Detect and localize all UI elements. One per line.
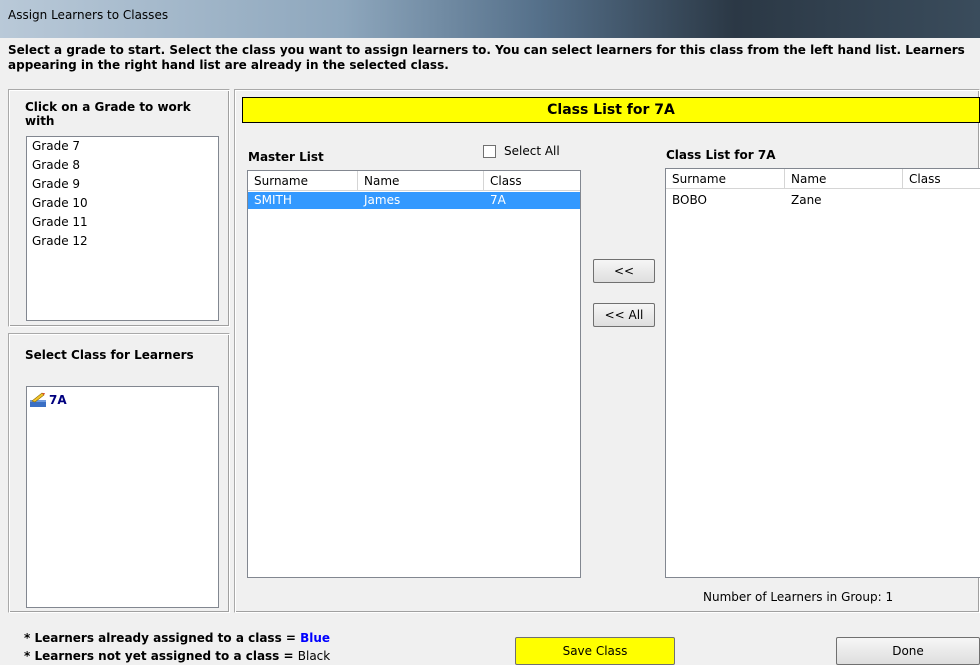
- class-list-banner: Class List for 7A: [242, 97, 980, 123]
- legend-unassigned-text: * Learners not yet assigned to a class =: [24, 649, 298, 663]
- learner-count: Number of Learners in Group: 1: [703, 590, 894, 604]
- master-list-view[interactable]: Surname Name Class SMITH James 7A: [247, 170, 581, 578]
- move-all-left-button[interactable]: << All: [593, 303, 655, 327]
- grade-item[interactable]: Grade 12: [27, 232, 218, 251]
- row-name: James: [364, 193, 401, 207]
- column-header-class[interactable]: Class: [484, 171, 580, 191]
- grade-item[interactable]: Grade 9: [27, 175, 218, 194]
- select-all-checkbox[interactable]: Select All: [483, 144, 560, 158]
- grade-item[interactable]: Grade 10: [27, 194, 218, 213]
- banner-text: Class List for 7A: [547, 102, 675, 118]
- grade-item[interactable]: Grade 8: [27, 156, 218, 175]
- column-header-name[interactable]: Name: [785, 169, 903, 189]
- class-item-label: 7A: [49, 393, 67, 407]
- legend-black-word: Black: [297, 649, 331, 663]
- grade-item[interactable]: Grade 11: [27, 213, 218, 232]
- class-panel-label: Select Class for Learners: [25, 348, 194, 362]
- class-list-label: Class List for 7A: [666, 148, 776, 162]
- grade-panel-label: Click on a Grade to work with: [25, 100, 191, 128]
- class-item-7a[interactable]: 7A: [29, 392, 67, 408]
- row-surname: BOBO: [672, 193, 707, 207]
- title-bar[interactable]: Assign Learners to Classes: [0, 0, 980, 38]
- grade-panel: Click on a Grade to work with Grade 7 Gr…: [8, 89, 230, 327]
- class-listbox[interactable]: 7A: [26, 386, 219, 608]
- grade-item[interactable]: Grade 7: [27, 137, 218, 156]
- class-list-header: Surname Name Class: [666, 169, 980, 189]
- row-surname: SMITH: [254, 193, 292, 207]
- class-list-view[interactable]: Surname Name Class BOBO Zane: [665, 168, 980, 578]
- done-button[interactable]: Done: [836, 637, 980, 665]
- color-legend: * Learners already assigned to a class =…: [24, 629, 330, 665]
- instructions-text: Select a grade to start. Select the clas…: [8, 43, 965, 72]
- class-icon: [30, 392, 46, 407]
- column-header-name[interactable]: Name: [358, 171, 484, 191]
- legend-assigned-text: * Learners already assigned to a class =: [24, 631, 301, 645]
- legend-assigned: * Learners already assigned to a class =…: [24, 629, 330, 647]
- class-list-row[interactable]: BOBO Zane: [666, 192, 980, 209]
- master-list-row[interactable]: SMITH James 7A: [248, 192, 580, 209]
- master-list-header: Surname Name Class: [248, 171, 580, 191]
- assign-learners-window: Assign Learners to Classes Select a grad…: [0, 0, 980, 665]
- legend-unassigned: * Learners not yet assigned to a class =…: [24, 647, 330, 665]
- legend-blue-word: Blue: [300, 631, 331, 645]
- window-title: Assign Learners to Classes: [8, 8, 169, 22]
- column-header-surname[interactable]: Surname: [666, 169, 785, 189]
- class-panel: Select Class for Learners 7A: [8, 333, 230, 613]
- master-list-label: Master List: [248, 150, 324, 164]
- checkbox-box[interactable]: [483, 144, 496, 158]
- move-left-button[interactable]: <<: [593, 259, 655, 283]
- column-header-surname[interactable]: Surname: [248, 171, 358, 191]
- row-name: Zane: [791, 193, 822, 207]
- select-all-label: Select All: [504, 144, 560, 158]
- save-class-button[interactable]: Save Class: [515, 637, 675, 665]
- column-header-class[interactable]: Class: [903, 169, 980, 189]
- row-class: 7A: [490, 193, 506, 207]
- grade-listbox[interactable]: Grade 7 Grade 8 Grade 9 Grade 10 Grade 1…: [26, 136, 219, 321]
